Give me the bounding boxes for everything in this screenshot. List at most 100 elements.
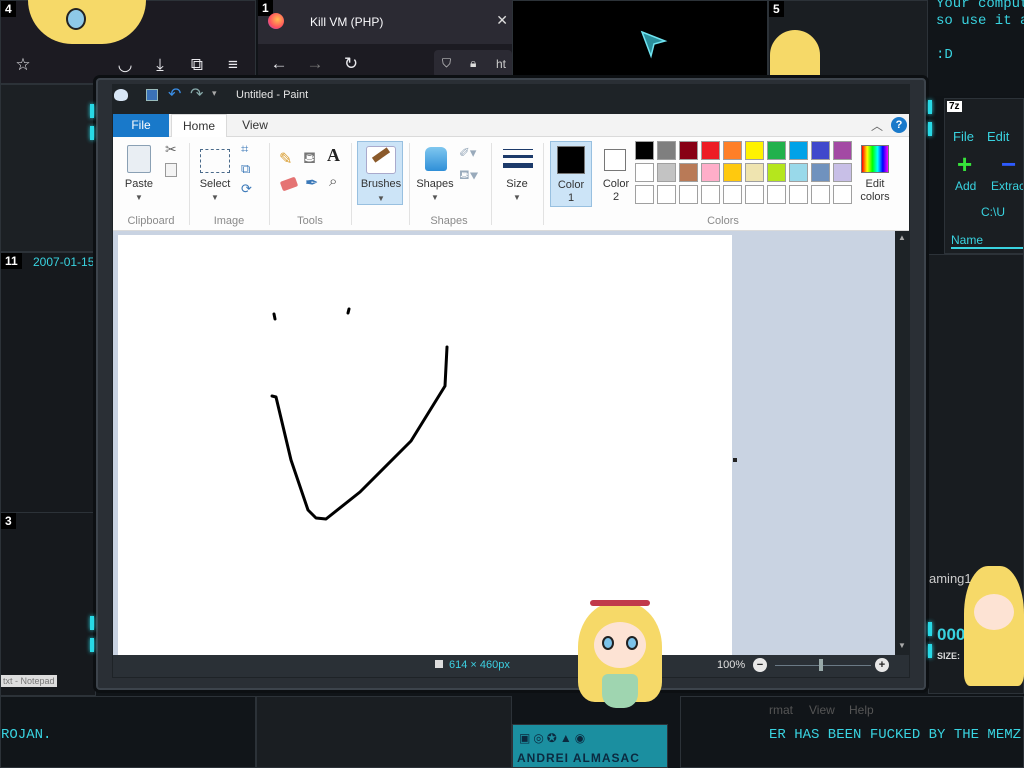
cut-icon[interactable]: ✂ (165, 141, 177, 158)
add-plus-icon[interactable]: + (957, 151, 972, 177)
palette-swatch[interactable] (833, 163, 852, 182)
palette-swatch[interactable] (679, 163, 698, 182)
tab-file[interactable]: File (113, 114, 169, 137)
shapes-icon (425, 147, 447, 171)
undo-icon[interactable]: ↶ (168, 84, 181, 104)
collapse-ribbon-icon[interactable]: ︿ (871, 117, 883, 134)
paste-dropdown-icon: ▼ (135, 193, 143, 202)
extract-button-label[interactable]: Extrac (991, 179, 1023, 193)
shapes-button[interactable]: Shapes ▼ (415, 141, 455, 205)
group-image-label: Image (213, 215, 245, 227)
eraser-icon[interactable] (279, 176, 299, 192)
palette-swatch[interactable] (701, 163, 720, 182)
redo-icon[interactable]: ↷ (190, 84, 203, 104)
fill-icon[interactable]: ⛾ (303, 149, 316, 169)
notepad-hint: txt - Notepad (1, 675, 57, 687)
drawing-canvas[interactable] (118, 235, 732, 655)
palette-swatch[interactable] (635, 163, 654, 182)
vertical-scrollbar[interactable]: ▲ ▼ (895, 231, 909, 655)
palette-swatch[interactable] (789, 185, 808, 204)
resize-icon[interactable]: ⧉ (241, 161, 250, 177)
palette-swatch[interactable] (701, 185, 720, 204)
palette-swatch[interactable] (745, 163, 764, 182)
tab-close-icon[interactable]: ✕ (496, 12, 508, 29)
color1-button[interactable]: Color 1 (550, 141, 592, 207)
palette-swatch[interactable] (723, 185, 742, 204)
palette-swatch[interactable] (833, 141, 852, 160)
tab-home[interactable]: Home (171, 114, 227, 137)
color-picker-icon[interactable]: ✒ (305, 173, 318, 193)
zoom-slider-thumb[interactable] (819, 659, 823, 671)
back-icon[interactable]: ← (268, 54, 290, 74)
url-bar[interactable]: ⛉ 🔒︎ ht (434, 50, 512, 78)
palette-swatch[interactable] (679, 141, 698, 160)
forward-icon[interactable]: → (304, 54, 326, 74)
extensions-icon[interactable]: ⧉ (186, 55, 208, 75)
paste-button[interactable]: Paste ▼ (119, 141, 159, 203)
palette-swatch[interactable] (811, 185, 830, 204)
palette-swatch[interactable] (745, 141, 764, 160)
help-icon[interactable]: ? (891, 117, 907, 133)
edit-colors-button[interactable]: Edit colors (855, 141, 895, 207)
rotate-icon[interactable]: ⟳ (241, 181, 252, 197)
zoom-slider[interactable] (775, 665, 871, 666)
menu-icon[interactable]: ≡ (222, 55, 244, 75)
color2-button[interactable]: Color 2 (595, 141, 637, 207)
fill-shape-icon[interactable]: ⛾▾ (459, 167, 478, 185)
menu-help[interactable]: Help (849, 703, 874, 717)
select-button[interactable]: Select ▼ (195, 141, 235, 203)
outline-icon[interactable]: ✐▾ (459, 145, 476, 161)
quick-access-dropdown-icon[interactable]: ▾ (212, 88, 217, 99)
path-text[interactable]: C:\U (981, 205, 1005, 219)
palette-swatch[interactable] (635, 141, 654, 160)
palette-swatch[interactable] (767, 185, 786, 204)
magnifier-icon[interactable]: ⌕ (329, 173, 337, 190)
browser-tab[interactable]: 1 Kill VM (PHP) ✕ (258, 0, 512, 44)
scroll-up-icon[interactable]: ▲ (898, 233, 906, 242)
right-eye-stroke (346, 307, 351, 315)
copy-icon[interactable] (165, 163, 177, 177)
tile-left-middle: 11 2007-01-15 (0, 252, 96, 514)
scroll-down-icon[interactable]: ▼ (898, 641, 906, 650)
palette-swatch[interactable] (789, 163, 808, 182)
menu-edit[interactable]: Edit (987, 129, 1009, 144)
palette-swatch[interactable] (745, 185, 764, 204)
group-clipboard-label: Clipboard (127, 215, 175, 227)
palette-swatch[interactable] (789, 141, 808, 160)
palette-swatch[interactable] (679, 185, 698, 204)
palette-swatch[interactable] (701, 141, 720, 160)
palette-swatch[interactable] (635, 185, 654, 204)
menu-format[interactable]: rmat (769, 703, 793, 717)
menu-view[interactable]: View (809, 703, 835, 717)
pencil-icon[interactable]: ✎ (279, 149, 292, 169)
palette-swatch[interactable] (767, 163, 786, 182)
palette-swatch[interactable] (811, 163, 830, 182)
extract-minus-icon[interactable]: − (1001, 151, 1016, 177)
palette-swatch[interactable] (657, 163, 676, 182)
brushes-button[interactable]: Brushes ▼ (357, 141, 403, 205)
crop-icon[interactable]: ⌗ (241, 141, 248, 157)
add-button-label[interactable]: Add (955, 179, 976, 193)
palette-swatch[interactable] (833, 185, 852, 204)
zoom-in-icon[interactable]: + (875, 658, 889, 672)
menu-file[interactable]: File (953, 129, 974, 144)
palette-swatch[interactable] (723, 163, 742, 182)
palette-swatch[interactable] (811, 141, 830, 160)
palette-swatch[interactable] (657, 185, 676, 204)
palette-swatch[interactable] (657, 141, 676, 160)
column-name-header[interactable]: Name (951, 233, 1023, 249)
save-icon[interactable] (146, 89, 158, 101)
palette-swatch[interactable] (767, 141, 786, 160)
pocket-icon[interactable]: ◡ (114, 55, 136, 75)
reload-icon[interactable]: ↻ (340, 54, 362, 74)
canvas-resize-handle[interactable] (733, 458, 737, 462)
download-icon[interactable]: ⤓ (149, 55, 171, 75)
zoom-out-icon[interactable]: − (753, 658, 767, 672)
bookmark-star-icon[interactable]: ☆ (12, 55, 34, 75)
paint-app-icon[interactable] (114, 89, 128, 101)
tile-black-cursor (512, 0, 768, 84)
text-icon[interactable]: A (327, 145, 340, 166)
tab-view[interactable]: View (229, 114, 281, 137)
size-button[interactable]: Size ▼ (497, 141, 537, 205)
palette-swatch[interactable] (723, 141, 742, 160)
